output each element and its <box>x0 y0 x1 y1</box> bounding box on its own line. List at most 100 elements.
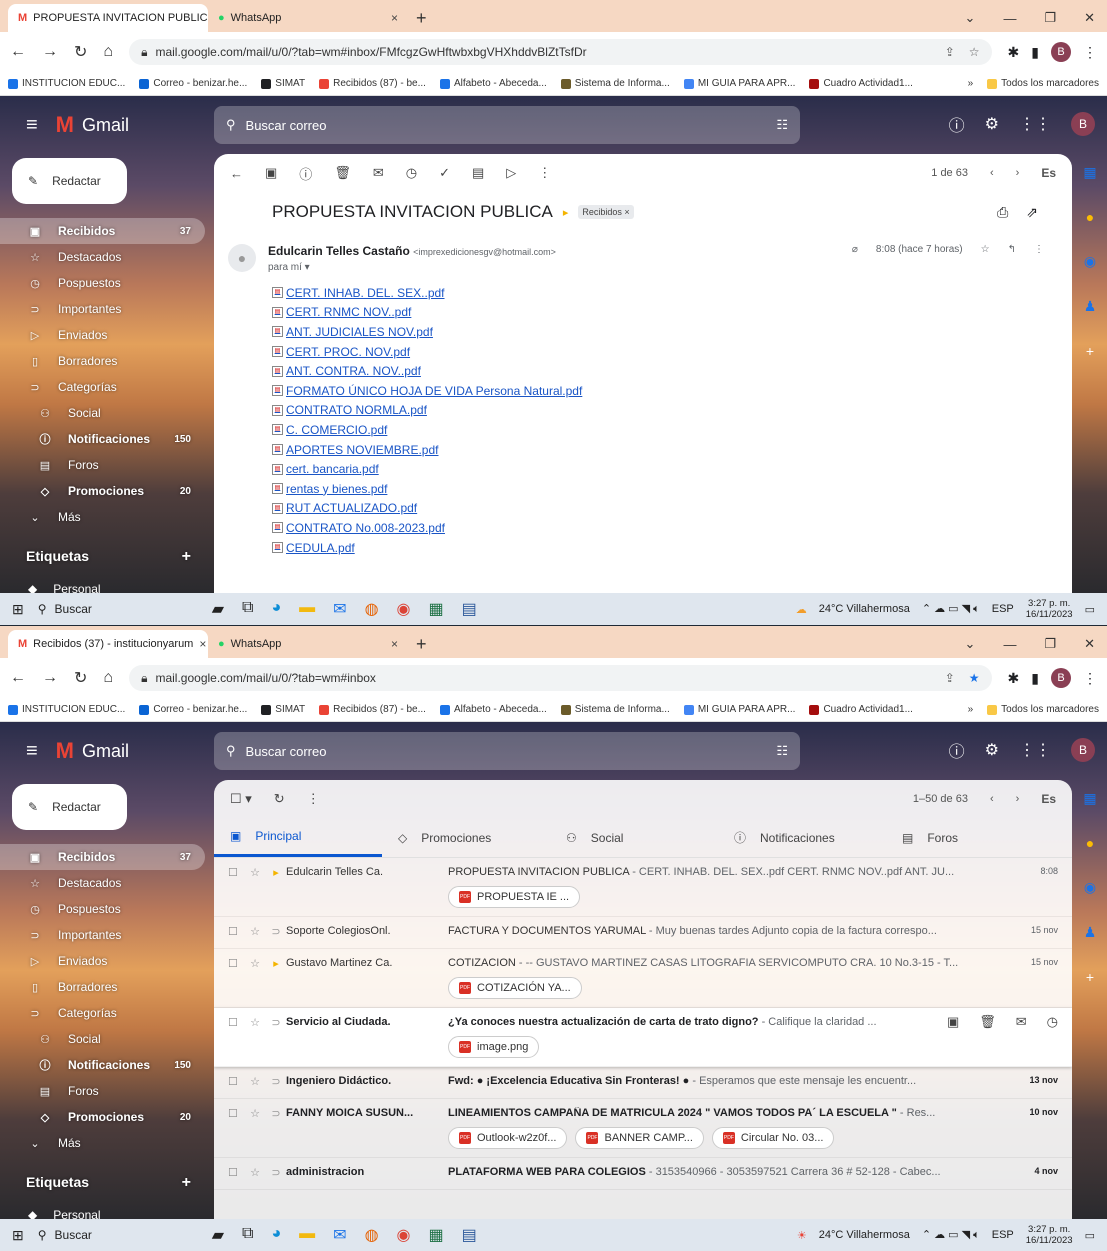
sidebar-item-categorías[interactable]: ⊃ Categorías <box>0 1000 205 1026</box>
attachment-chip[interactable]: PDF Outlook-w2z0f... <box>448 1127 568 1149</box>
sidebar-item-foros[interactable]: ▤ Foros <box>0 452 205 478</box>
sidebar-item-recibidos[interactable]: ▣ Recibidos 37 <box>0 844 205 870</box>
restore-icon[interactable]: ❐ <box>1044 636 1056 652</box>
tab-search-icon[interactable]: ⌄ <box>965 10 976 26</box>
attachment-chip[interactable]: PDF PROPUESTA IE ... <box>448 886 581 908</box>
star-icon[interactable]: ☆ <box>244 1107 266 1120</box>
excel-icon[interactable]: ▦ <box>429 1225 444 1245</box>
sidebar-item-notificaciones[interactable]: ⓘ Notificaciones 150 <box>0 426 205 452</box>
mark-unread-icon[interactable]: ✉ <box>373 165 384 181</box>
bookmark-item[interactable]: SIMAT <box>261 704 305 715</box>
bookmark-item[interactable]: INSTITUCION EDUC... <box>8 78 125 89</box>
tray-icons[interactable]: ⌃ ☁ ▭ ◥ 🔈︎ <box>922 602 980 616</box>
prev-page-icon[interactable]: ‹ <box>990 793 994 805</box>
star-icon[interactable]: ☆ <box>244 1075 266 1088</box>
attachment-link[interactable]: ▤ CERT. INHAB. DEL. SEX..pdf <box>272 283 1072 303</box>
browser-tab-gmail[interactable]: M Recibidos (37) - institucionyarum × <box>8 630 208 658</box>
calendar-icon[interactable]: ▦ <box>1083 790 1096 807</box>
reply-icon[interactable]: ↰ <box>1008 244 1016 255</box>
mail-app-icon[interactable]: ✉ <box>333 1225 346 1245</box>
browser-tab-gmail[interactable]: MPROPUESTA INVITACION PUBLIC× <box>8 4 208 32</box>
sidebar-item-foros[interactable]: ▤ Foros <box>0 1078 205 1104</box>
label-chip[interactable]: Recibidos × <box>578 205 634 219</box>
star-icon[interactable]: ☆ <box>244 925 266 938</box>
tasks-icon[interactable]: ◉ <box>1084 879 1096 896</box>
search-input[interactable]: ⚲ Buscar correo ☷ <box>214 106 800 144</box>
add-label-icon[interactable]: + <box>182 548 191 566</box>
close-tab-icon[interactable]: × <box>391 637 398 651</box>
important-marker-icon[interactable]: ⊃ <box>266 1016 286 1029</box>
windows-start-icon[interactable]: ⊞ <box>12 601 24 618</box>
star-icon[interactable]: ☆ <box>981 244 990 255</box>
close-window-icon[interactable]: ✕ <box>1084 636 1095 652</box>
sidebar-item-borradores[interactable]: ▯ Borradores <box>0 974 205 1000</box>
attachment-link[interactable]: ▤ APORTES NOVIEMBRE.pdf <box>272 440 1072 460</box>
bookmark-item[interactable]: Sistema de Informa... <box>560 704 670 715</box>
attachment-link[interactable]: ▤ C. COMERCIO.pdf <box>272 420 1072 440</box>
tray-icons[interactable]: ⌃ ☁ ▭ ◥ 🔈︎ <box>922 1228 980 1242</box>
sidebar-item-enviados[interactable]: ▷ Enviados <box>0 322 205 348</box>
gmail-logo[interactable]: M Gmail <box>56 738 129 764</box>
sidebar-item-promociones[interactable]: ◇ Promociones 20 <box>0 1104 205 1130</box>
all-bookmarks-folder[interactable]: Todos los marcadores <box>987 704 1099 715</box>
keep-icon[interactable]: ● <box>1086 835 1094 851</box>
chrome-icon[interactable]: ◉ <box>397 599 411 619</box>
next-page-icon[interactable]: › <box>1016 167 1020 179</box>
mail-app-icon[interactable]: ✉ <box>333 599 346 619</box>
search-input[interactable]: ⚲ Buscar correo ☷ <box>214 732 800 770</box>
widgets-icon[interactable]: ▰ <box>212 599 224 619</box>
menu-icon[interactable]: ⋮ <box>1083 670 1097 687</box>
back-icon[interactable]: ← <box>10 669 26 687</box>
add-addon-icon[interactable]: + <box>1086 343 1094 359</box>
help-icon[interactable]: ⓘ <box>949 738 965 762</box>
bookmark-item[interactable]: Alfabeto - Abeceda... <box>439 78 547 89</box>
bookmark-item[interactable]: INSTITUCION EDUC... <box>8 704 125 715</box>
tasks-icon[interactable]: ◉ <box>1084 253 1096 270</box>
minimize-icon[interactable]: — <box>1003 637 1016 652</box>
attachment-chip[interactable]: PDF Circular No. 03... <box>711 1127 835 1149</box>
firefox-icon[interactable]: ◍ <box>365 1225 379 1245</box>
back-icon[interactable]: ← <box>10 43 26 61</box>
taskbar-search[interactable]: ⚲ Buscar <box>38 1228 198 1242</box>
tab-notificaciones[interactable]: ⓘ Notificaciones <box>718 818 886 857</box>
edge-icon[interactable]: ◕ <box>271 599 281 619</box>
important-marker-icon[interactable]: ⊃ <box>266 1166 286 1179</box>
important-marker-icon[interactable]: ⊃ <box>266 1075 286 1088</box>
widgets-icon[interactable]: ▰ <box>212 1225 224 1245</box>
bookmark-item[interactable]: Cuadro Actividad1... <box>809 78 913 89</box>
sidebar-item-borradores[interactable]: ▯ Borradores <box>0 348 205 374</box>
prev-page-icon[interactable]: ‹ <box>990 167 994 179</box>
add-addon-icon[interactable]: + <box>1086 969 1094 985</box>
profile-avatar[interactable]: B <box>1051 668 1071 688</box>
url-input[interactable]: 🔒︎ mail.google.com/mail/u/0/?tab=wm#inbox… <box>129 39 992 65</box>
add-task-icon[interactable]: ✓ <box>439 165 450 181</box>
sidebar-item-social[interactable]: ⚇ Social <box>0 400 205 426</box>
extensions-icon[interactable]: ✱ <box>1008 670 1020 687</box>
bookmark-item[interactable]: Recibidos (87) - be... <box>319 78 426 89</box>
home-icon[interactable]: ⌂ <box>103 669 113 687</box>
bookmark-star-icon[interactable]: ☆ <box>969 45 980 59</box>
bookmark-item[interactable]: Correo - benizar.he... <box>139 704 247 715</box>
apps-grid-icon[interactable]: ⋮⋮ <box>1019 114 1051 134</box>
input-language[interactable]: Es <box>1041 166 1056 180</box>
account-avatar[interactable]: B <box>1071 738 1095 762</box>
settings-gear-icon[interactable]: ⚙ <box>985 114 999 134</box>
mark-read-icon[interactable]: ✉ <box>1016 1014 1027 1030</box>
attachment-link[interactable]: ▤ FORMATO ÚNICO HOJA DE VIDA Persona Natu… <box>272 381 1072 401</box>
file-explorer-icon[interactable]: ▬ <box>299 1225 315 1245</box>
new-tab-button[interactable]: + <box>416 630 427 658</box>
email-row[interactable]: ☐ ☆ ▸ Gustavo Martinez Ca. COTIZACION - -- G… <box>214 949 1072 1008</box>
email-row[interactable]: ☐ ☆ ⊃ administracion PLATAFORMA WEB PARA COL… <box>214 1158 1072 1190</box>
row-checkbox[interactable]: ☐ <box>228 866 244 879</box>
sidepanel-icon[interactable]: ▮ <box>1031 670 1039 687</box>
task-view-icon[interactable]: ⧉ <box>242 1225 253 1245</box>
main-menu-icon[interactable]: ≡ <box>26 740 38 763</box>
delete-icon[interactable]: 🗑︎ <box>979 1014 996 1030</box>
help-icon[interactable]: ⓘ <box>949 112 965 136</box>
move-to-icon[interactable]: ▤ <box>472 165 484 181</box>
more-options-icon[interactable]: ⋮ <box>1034 244 1044 255</box>
main-menu-icon[interactable]: ≡ <box>26 114 38 137</box>
account-avatar[interactable]: B <box>1071 112 1095 136</box>
important-marker-icon[interactable]: ▸ <box>266 957 286 970</box>
browser-tab-whatsapp[interactable]: ● WhatsApp × <box>208 630 408 658</box>
